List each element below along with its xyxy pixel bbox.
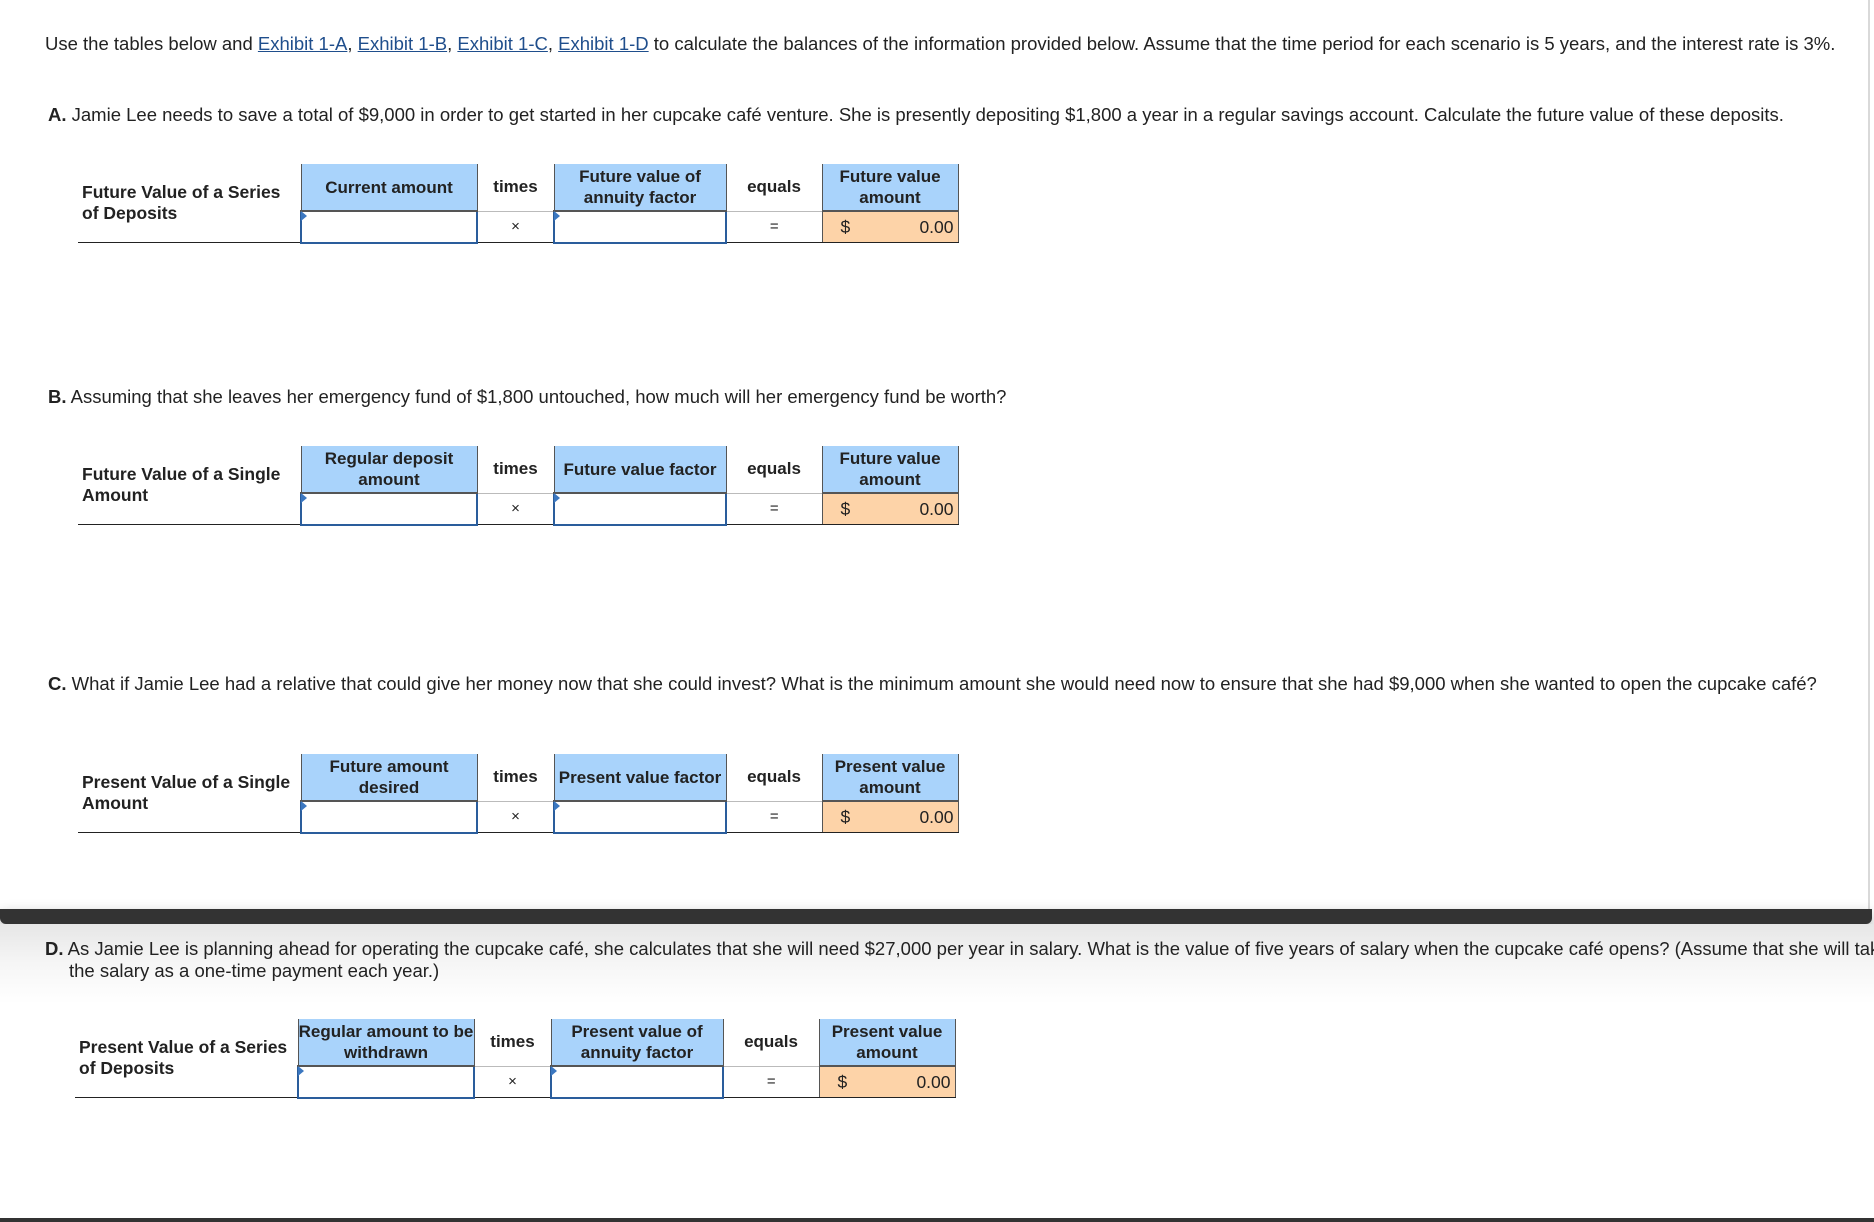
calc-table-b: Future Value of a Single Amount Regular …: [78, 446, 959, 526]
row-label: Present Value of a Series of Deposits: [75, 1019, 298, 1098]
result-value: 0.00: [919, 807, 954, 827]
result-cell: $0.00: [818, 1065, 956, 1098]
link-exhibit-1c[interactable]: Exhibit 1-C: [457, 33, 547, 54]
factor-input[interactable]: [555, 493, 729, 525]
times-symbol: ×: [474, 1066, 551, 1098]
times-symbol: ×: [477, 801, 554, 833]
header-result: Present value amount: [821, 754, 959, 802]
header-col1: Regular amount to be withdrawn: [297, 1019, 475, 1067]
times-symbol: ×: [477, 493, 554, 525]
header-times: times: [477, 446, 554, 494]
equals-symbol: =: [726, 493, 822, 525]
equals-symbol: =: [726, 801, 822, 833]
question-b: B. Assuming that she leaves her emergenc…: [48, 386, 1007, 407]
input-cell-2[interactable]: [553, 800, 729, 834]
question-d: D. As Jamie Lee is planning ahead for op…: [45, 938, 1874, 981]
header-col3: Future value factor: [553, 446, 727, 494]
currency-symbol: $: [840, 499, 851, 519]
header-equals: equals: [723, 1019, 819, 1067]
amount-input[interactable]: [299, 1066, 477, 1098]
link-exhibit-1b[interactable]: Exhibit 1-B: [358, 33, 447, 54]
header-result: Future value amount: [821, 446, 959, 494]
header-times: times: [477, 164, 554, 212]
input-cell-2[interactable]: [553, 492, 729, 526]
header-equals: equals: [726, 164, 822, 212]
calc-table-c: Present Value of a Single Amount Future …: [78, 754, 959, 834]
calc-table-d: Present Value of a Series of Deposits Re…: [75, 1019, 956, 1099]
screenshot-divider-bar: [0, 909, 1872, 924]
result-value: 0.00: [916, 1072, 951, 1092]
header-equals: equals: [726, 446, 822, 494]
amount-input[interactable]: [302, 493, 480, 525]
question-c: C. What if Jamie Lee had a relative that…: [48, 673, 1817, 694]
header-result: Future value amount: [821, 164, 959, 212]
times-symbol: ×: [477, 211, 554, 243]
input-cell-1[interactable]: [300, 492, 480, 526]
bottom-edge-bar: [0, 1218, 1874, 1222]
result-cell: $0.00: [821, 210, 959, 243]
header-col1: Current amount: [300, 164, 478, 212]
link-exhibit-1d[interactable]: Exhibit 1-D: [558, 33, 648, 54]
result-value: 0.00: [919, 499, 954, 519]
currency-symbol: $: [840, 807, 851, 827]
link-exhibit-1a[interactable]: Exhibit 1-A: [258, 33, 347, 54]
header-times: times: [474, 1019, 551, 1067]
input-cell-1[interactable]: [300, 210, 480, 244]
header-result: Present value amount: [818, 1019, 956, 1067]
row-label: Future Value of a Single Amount: [78, 446, 301, 525]
input-cell-1[interactable]: [297, 1065, 477, 1099]
input-cell-2[interactable]: [550, 1065, 726, 1099]
factor-input[interactable]: [552, 1066, 726, 1098]
result-cell: $0.00: [821, 492, 959, 525]
equals-symbol: =: [723, 1066, 819, 1098]
header-times: times: [477, 754, 554, 802]
currency-symbol: $: [837, 1072, 848, 1092]
factor-input[interactable]: [555, 801, 729, 833]
header-equals: equals: [726, 754, 822, 802]
input-cell-1[interactable]: [300, 800, 480, 834]
calc-table-a: Future Value of a Series of Deposits Cur…: [78, 164, 959, 244]
factor-input[interactable]: [555, 211, 729, 243]
amount-input[interactable]: [302, 801, 480, 833]
equals-symbol: =: [726, 211, 822, 243]
input-cell-2[interactable]: [553, 210, 729, 244]
intro-instructions: Use the tables below and Exhibit 1-A, Ex…: [45, 33, 1836, 54]
header-col3: Present value of annuity factor: [550, 1019, 724, 1067]
header-col3: Present value factor: [553, 754, 727, 802]
header-col1: Future amount desired: [300, 754, 478, 802]
amount-input[interactable]: [302, 211, 480, 243]
currency-symbol: $: [840, 217, 851, 237]
row-label: Present Value of a Single Amount: [78, 754, 301, 833]
result-cell: $0.00: [821, 800, 959, 833]
question-a: A. Jamie Lee needs to save a total of $9…: [48, 104, 1784, 125]
result-value: 0.00: [919, 217, 954, 237]
header-col1: Regular deposit amount: [300, 446, 478, 494]
row-label: Future Value of a Series of Deposits: [78, 164, 301, 243]
header-col3: Future value of annuity factor: [553, 164, 727, 212]
